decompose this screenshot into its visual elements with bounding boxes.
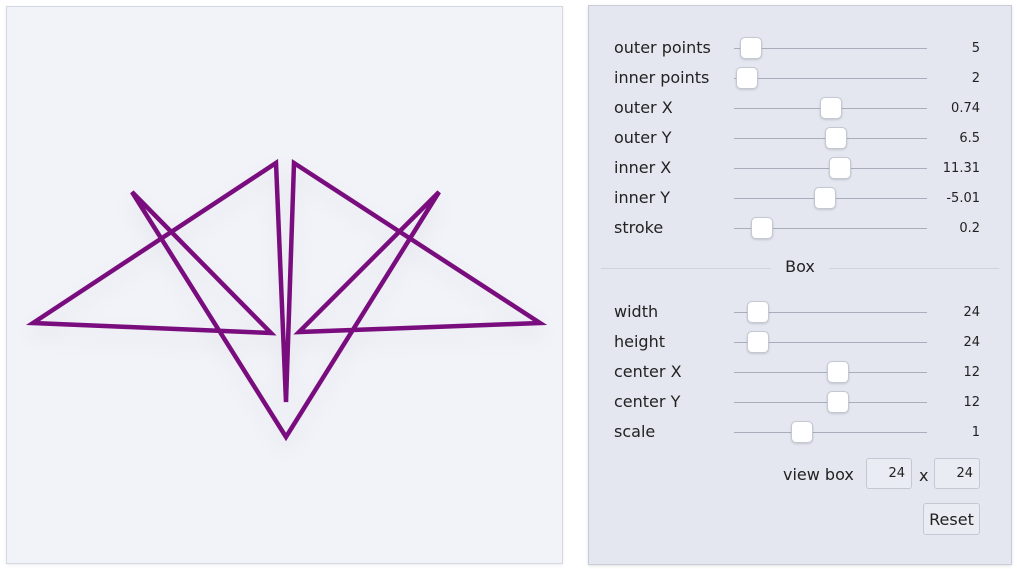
slider-label: outer X <box>614 98 673 117</box>
view-box-width-input[interactable] <box>866 458 912 489</box>
slider-row-outer-y: outer Y 6.5 <box>589 124 1011 154</box>
slider-label: center X <box>614 362 682 381</box>
slider-value: 2 <box>971 71 980 86</box>
slider-label: inner points <box>614 68 710 87</box>
star-polygon <box>25 158 548 442</box>
slider-value: 0.74 <box>951 101 980 116</box>
slider-value: 6.5 <box>959 131 980 146</box>
inner-points-slider[interactable] <box>734 78 927 79</box>
slider-row-width: width 24 <box>589 298 1011 328</box>
slider-value: 11.31 <box>942 161 980 176</box>
slider-thumb[interactable] <box>819 97 842 119</box>
control-panel: outer points 5 inner points 2 outer X 0.… <box>588 5 1012 565</box>
slider-row-height: height 24 <box>589 328 1011 358</box>
box-section-title-text: Box <box>771 257 829 276</box>
slider-label: outer points <box>614 38 711 57</box>
slider-label: height <box>614 332 665 351</box>
slider-row-outer-points: outer points 5 <box>589 34 1011 64</box>
slider-label: inner X <box>614 158 672 177</box>
slider-thumb[interactable] <box>829 157 852 179</box>
slider-label: outer Y <box>614 128 672 147</box>
slider-value: 24 <box>963 305 980 320</box>
slider-value: 0.2 <box>959 221 980 236</box>
slider-thumb[interactable] <box>747 301 770 323</box>
slider-thumb[interactable] <box>740 37 763 59</box>
slider-row-inner-y: inner Y -5.01 <box>589 184 1011 214</box>
slider-thumb[interactable] <box>827 361 850 383</box>
outer-points-slider[interactable] <box>734 48 927 49</box>
slider-thumb[interactable] <box>790 421 813 443</box>
slider-row-center-y: center Y 12 <box>589 388 1011 418</box>
slider-row-inner-x: inner X 11.31 <box>589 154 1011 184</box>
slider-label: width <box>614 302 659 321</box>
view-box-separator: x <box>919 466 929 485</box>
slider-row-inner-points: inner points 2 <box>589 64 1011 94</box>
view-box-height-input[interactable] <box>934 458 980 489</box>
slider-row-outer-x: outer X 0.74 <box>589 94 1011 124</box>
slider-value: 24 <box>963 335 980 350</box>
reset-button[interactable]: Reset <box>923 503 980 535</box>
slider-thumb[interactable] <box>750 217 773 239</box>
slider-value: 1 <box>971 425 980 440</box>
slider-thumb[interactable] <box>735 67 758 89</box>
slider-label: inner Y <box>614 188 671 207</box>
slider-thumb[interactable] <box>747 331 770 353</box>
slider-thumb[interactable] <box>825 127 848 149</box>
slider-thumb[interactable] <box>827 391 850 413</box>
slider-row-stroke: stroke 0.2 <box>589 214 1011 244</box>
slider-label: scale <box>614 422 656 441</box>
box-section-title: Box <box>589 257 1011 276</box>
slider-label: stroke <box>614 218 664 237</box>
slider-row-center-x: center X 12 <box>589 358 1011 388</box>
preview-canvas <box>6 6 563 564</box>
slider-row-scale: scale 1 <box>589 418 1011 448</box>
scale-slider[interactable] <box>734 432 927 433</box>
slider-value: 12 <box>963 395 980 410</box>
slider-value: 12 <box>963 365 980 380</box>
slider-thumb[interactable] <box>813 187 836 209</box>
view-box-label: view box <box>783 465 854 484</box>
star-preview <box>25 158 548 442</box>
slider-label: center Y <box>614 392 681 411</box>
slider-value: 5 <box>971 41 980 56</box>
slider-value: -5.01 <box>946 191 980 206</box>
